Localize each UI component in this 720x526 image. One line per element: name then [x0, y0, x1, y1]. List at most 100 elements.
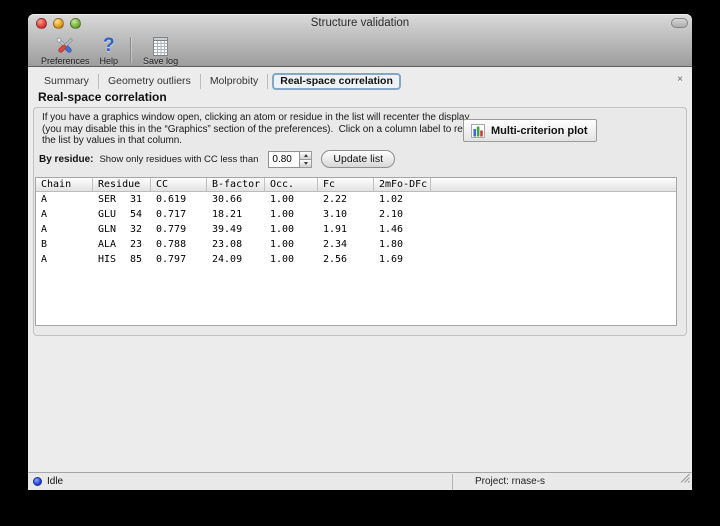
- table-row[interactable]: A GLU 54 0.717 18.21 1.00 3.10 2.10: [36, 207, 676, 222]
- title-bar[interactable]: Structure validation: [28, 14, 692, 33]
- header-residue[interactable]: Residue: [93, 178, 151, 191]
- cell-cc: 0.779: [156, 224, 187, 235]
- tab-molprobity[interactable]: Molprobity: [201, 74, 269, 89]
- header-b-factor[interactable]: B-factor: [207, 178, 265, 191]
- cell-cc: 0.619: [156, 194, 187, 205]
- cell-spacer: [431, 252, 676, 267]
- cell-fc: 2.22: [323, 194, 348, 205]
- cell-2mfo-dfc: 1.80: [379, 239, 404, 250]
- header-fc[interactable]: Fc: [318, 178, 374, 191]
- stepper-up-button[interactable]: [300, 150, 313, 160]
- cell-occ: 1.00: [270, 209, 295, 220]
- multi-criterion-plot-button[interactable]: Multi-criterion plot: [463, 119, 597, 142]
- header-spacer: [431, 178, 676, 191]
- cell-cc: 0.717: [156, 209, 187, 220]
- residue-table: Chain Residue CC B-factor Occ. Fc 2mFo-D…: [35, 177, 677, 326]
- tab-real-space-correlation[interactable]: Real-space correlation: [272, 73, 401, 90]
- tab-geometry-outliers[interactable]: Geometry outliers: [99, 74, 201, 89]
- cc-threshold-input[interactable]: [268, 150, 301, 168]
- cell-fc: 1.91: [323, 224, 348, 235]
- status-text: Idle: [47, 476, 64, 487]
- cell-chain: A: [41, 209, 48, 220]
- cell-spacer: [431, 207, 676, 222]
- update-list-button[interactable]: Update list: [321, 150, 396, 168]
- cc-threshold-stepper: [300, 150, 313, 168]
- save-log-button[interactable]: Save log: [138, 35, 183, 66]
- cell-b-factor: 39.49: [212, 224, 243, 235]
- cell-chain: A: [41, 194, 48, 205]
- page-title: Real-space correlation: [38, 90, 167, 104]
- table-row[interactable]: A SER 31 0.619 30.66 1.00 2.22 1.02: [36, 192, 676, 207]
- help-label: Help: [99, 56, 119, 66]
- cell-occ: 1.00: [270, 194, 295, 205]
- cell-occ: 1.00: [270, 239, 295, 250]
- spreadsheet-icon: [152, 35, 170, 57]
- cell-b-factor: 24.09: [212, 254, 243, 265]
- cell-2mfo-dfc: 1.02: [379, 194, 404, 205]
- cell-fc: 3.10: [323, 209, 348, 220]
- tab-summary[interactable]: Summary: [35, 74, 99, 89]
- table-header: Chain Residue CC B-factor Occ. Fc 2mFo-D…: [36, 178, 676, 192]
- resize-grip-handle[interactable]: [680, 470, 690, 488]
- cell-residue: SER 31: [98, 194, 142, 205]
- close-tab-icon[interactable]: ×: [677, 74, 683, 85]
- tab-bar: Summary Geometry outliers Molprobity Rea…: [35, 73, 692, 90]
- instructions-line-2: (you may disable this in the “Graphics” …: [42, 123, 483, 135]
- content-panel: If you have a graphics window open, clic…: [33, 107, 687, 336]
- project-label: Project: rnase-s: [475, 476, 546, 487]
- table-row[interactable]: A HIS 85 0.797 24.09 1.00 2.56 1.69: [36, 252, 676, 267]
- help-button[interactable]: ? Help: [95, 35, 124, 67]
- table-row[interactable]: B ALA 23 0.788 23.08 1.00 2.34 1.80: [36, 237, 676, 252]
- cell-fc: 2.34: [323, 239, 348, 250]
- header-chain[interactable]: Chain: [36, 178, 93, 191]
- cell-residue: HIS 85: [98, 254, 142, 265]
- status-indicator-icon: [33, 477, 42, 486]
- collapse-widget[interactable]: [671, 18, 688, 28]
- cell-2mfo-dfc: 1.69: [379, 254, 404, 265]
- filter-description: Show only residues with CC less than: [99, 153, 259, 165]
- cell-b-factor: 23.08: [212, 239, 243, 250]
- cell-occ: 1.00: [270, 254, 295, 265]
- instructions-text: If you have a graphics window open, clic…: [42, 112, 483, 147]
- table-row[interactable]: A GLN 32 0.779 39.49 1.00 1.91 1.46: [36, 222, 676, 237]
- app-window: Structure validation Preferences ? Help …: [28, 14, 692, 490]
- cell-chain: B: [41, 239, 48, 250]
- cell-2mfo-dfc: 1.46: [379, 224, 404, 235]
- toolbar-separator: [130, 37, 132, 63]
- cell-b-factor: 30.66: [212, 194, 243, 205]
- header-cc[interactable]: CC: [151, 178, 207, 191]
- save-log-label: Save log: [143, 56, 179, 66]
- filter-label: By residue:: [39, 153, 94, 165]
- cell-fc: 2.56: [323, 254, 348, 265]
- status-bar: Idle Project: rnase-s: [28, 472, 692, 490]
- toolbar: Preferences ? Help Save log: [28, 33, 692, 67]
- status-separator: [452, 474, 453, 490]
- table-body: A SER 31 0.619 30.66 1.00 2.22 1.02 A GLU…: [36, 192, 676, 267]
- cell-cc: 0.788: [156, 239, 187, 250]
- plot-button-label: Multi-criterion plot: [491, 124, 588, 137]
- bar-chart-icon: [471, 123, 485, 138]
- cell-chain: A: [41, 224, 48, 235]
- cell-spacer: [431, 192, 676, 207]
- crossed-tools-icon: [53, 35, 77, 57]
- header-2mfo-dfc[interactable]: 2mFo-DFc: [374, 178, 431, 191]
- instructions-line-3: the list by values in that column.: [42, 135, 183, 146]
- filter-row: By residue: Show only residues with CC l…: [39, 149, 396, 169]
- preferences-button[interactable]: Preferences: [36, 35, 95, 66]
- cell-spacer: [431, 237, 676, 252]
- down-arrow-icon: [303, 161, 308, 165]
- preferences-label: Preferences: [41, 56, 90, 66]
- cell-2mfo-dfc: 2.10: [379, 209, 404, 220]
- cell-chain: A: [41, 254, 48, 265]
- header-occ[interactable]: Occ.: [265, 178, 318, 191]
- question-mark-icon: ?: [102, 35, 115, 56]
- up-arrow-icon: [303, 153, 308, 157]
- window-title: Structure validation: [310, 17, 410, 29]
- cell-occ: 1.00: [270, 224, 295, 235]
- instructions-line-1: If you have a graphics window open, clic…: [42, 112, 470, 123]
- cell-spacer: [431, 222, 676, 237]
- cell-cc: 0.797: [156, 254, 187, 265]
- stepper-down-button[interactable]: [300, 159, 313, 168]
- cell-residue: GLU 54: [98, 209, 142, 220]
- cell-residue: ALA 23: [98, 239, 142, 250]
